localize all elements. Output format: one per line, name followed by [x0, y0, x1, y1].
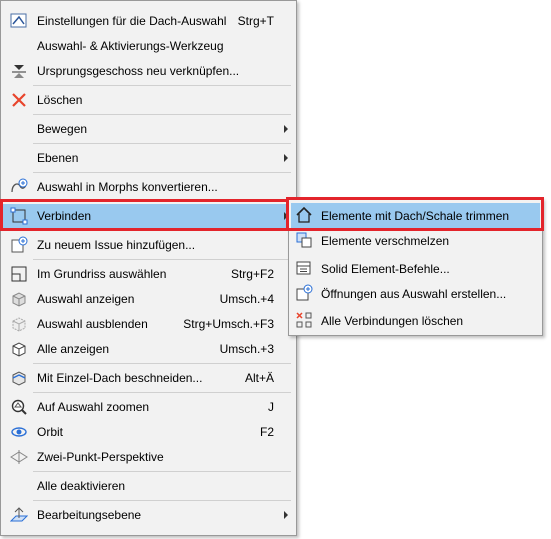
- menu-separator: [33, 85, 291, 86]
- floorplan-select-icon: [10, 265, 28, 283]
- menu-item-orbit[interactable]: Orbit F2: [3, 420, 294, 444]
- submenu-item-create-openings[interactable]: Öffnungen aus Auswahl erstellen...: [291, 281, 540, 306]
- create-openings-icon: [295, 284, 313, 302]
- menu-item-shortcut: F2: [259, 425, 274, 439]
- menu-item-editing-plane[interactable]: Bearbeitungsebene: [3, 503, 294, 527]
- menu-item-label: Orbit: [37, 425, 64, 439]
- menu-item-label: Ursprungsgeschoss neu verknüpfen...: [37, 64, 240, 78]
- delete-x-icon: [10, 91, 28, 109]
- menu-item-label: Auswahl ausblenden: [37, 317, 148, 331]
- menu-item-label: Auswahl- & Aktivierungs-Werkzeug: [37, 39, 224, 53]
- menu-separator: [33, 363, 291, 364]
- menu-item-add-issue[interactable]: Zu neuem Issue hinzufügen...: [3, 233, 294, 257]
- menu-item-shortcut: Umsch.+3: [219, 342, 274, 356]
- menu-item-label: Bewegen: [37, 122, 88, 136]
- submenu-item-label: Elemente verschmelzen: [321, 234, 450, 248]
- menu-separator: [33, 172, 291, 173]
- menu-item-label: Im Grundriss auswählen: [37, 267, 167, 281]
- menu-item-shortcut: Strg+F2: [230, 267, 274, 281]
- menu-item-label: Auswahl in Morphs konvertieren...: [37, 180, 218, 194]
- menu-item-show-selection[interactable]: Auswahl anzeigen Umsch.+4: [3, 287, 294, 311]
- menu-item-label: Einstellungen für die Dach-Auswahl: [37, 14, 227, 28]
- menu-item-two-point-perspective[interactable]: Zwei-Punkt-Perspektive: [3, 445, 294, 469]
- submenu-arrow-icon: [284, 125, 288, 133]
- submenu-item-label: Alle Verbindungen löschen: [321, 314, 464, 328]
- merge-elements-icon: [295, 231, 313, 249]
- menu-item-label: Auswahl anzeigen: [37, 292, 135, 306]
- hide-selection-icon: [10, 315, 28, 333]
- submenu-arrow-icon: [284, 154, 288, 162]
- menu-item-zoom-selection[interactable]: Auf Auswahl zoomen J: [3, 395, 294, 419]
- menu-item-label: Alle anzeigen: [37, 342, 110, 356]
- submenu-item-delete-connections[interactable]: Alle Verbindungen löschen: [291, 308, 540, 333]
- menu-item-label: Zwei-Punkt-Perspektive: [37, 450, 164, 464]
- roof-settings-icon: [10, 12, 28, 30]
- submenu-item-merge-elements[interactable]: Elemente verschmelzen: [291, 228, 540, 253]
- menu-item-shortcut: J: [268, 400, 274, 414]
- two-point-perspective-icon: [10, 448, 28, 466]
- menu-item-shortcut: Umsch.+4: [219, 292, 274, 306]
- menu-item-roof-settings[interactable]: Einstellungen für die Dach-Auswahl Strg+…: [3, 9, 294, 33]
- editing-plane-icon: [10, 506, 28, 524]
- orbit-icon: [10, 423, 28, 441]
- menu-item-shortcut: Alt+Ä: [244, 371, 274, 385]
- menu-item-show-all[interactable]: Alle anzeigen Umsch.+3: [3, 337, 294, 361]
- show-selection-icon: [10, 290, 28, 308]
- menu-item-label: Löschen: [37, 93, 83, 107]
- trim-roof-icon: [10, 369, 28, 387]
- menu-item-shortcut: Strg+T: [237, 14, 274, 28]
- menu-item-hide-selection[interactable]: Auswahl ausblenden Strg+Umsch.+F3: [3, 312, 294, 336]
- menu-item-label: Zu neuem Issue hinzufügen...: [37, 238, 196, 252]
- menu-item-deactivate-all[interactable]: Alle deaktivieren: [3, 474, 294, 498]
- menu-item-relink-story[interactable]: Ursprungsgeschoss neu verknüpfen...: [3, 59, 294, 83]
- menu-separator: [33, 259, 291, 260]
- menu-item-layers[interactable]: Ebenen: [3, 146, 294, 170]
- story-link-icon: [10, 62, 28, 80]
- menu-item-convert-morph[interactable]: Auswahl in Morphs konvertieren...: [3, 175, 294, 199]
- menu-item-label: Ebenen: [37, 151, 79, 165]
- show-all-icon: [10, 340, 28, 358]
- menu-item-move[interactable]: Bewegen: [3, 117, 294, 141]
- menu-item-delete[interactable]: Löschen: [3, 88, 294, 112]
- issue-add-icon: [10, 236, 28, 254]
- menu-item-trim-single-roof[interactable]: Mit Einzel-Dach beschneiden... Alt+Ä: [3, 366, 294, 390]
- menu-item-select-in-floorplan[interactable]: Im Grundriss auswählen Strg+F2: [3, 262, 294, 286]
- menu-item-label: Mit Einzel-Dach beschneiden...: [37, 371, 203, 385]
- submenu-arrow-icon: [284, 511, 288, 519]
- menu-item-selection-tool[interactable]: Auswahl- & Aktivierungs-Werkzeug: [3, 34, 294, 58]
- morph-convert-icon: [10, 178, 28, 196]
- menu-separator: [33, 114, 291, 115]
- submenu-item-solid-element[interactable]: Solid Element-Befehle...: [291, 256, 540, 281]
- callout-frame-trim: [286, 197, 544, 231]
- menu-separator: [33, 143, 291, 144]
- menu-item-shortcut: Strg+Umsch.+F3: [183, 317, 274, 331]
- zoom-selection-icon: [10, 398, 28, 416]
- menu-item-label: Bearbeitungsebene: [37, 508, 142, 522]
- menu-item-label: Alle deaktivieren: [37, 479, 126, 493]
- delete-connections-icon: [295, 311, 313, 329]
- context-menu: Einstellungen für die Dach-Auswahl Strg+…: [0, 0, 297, 536]
- menu-separator: [33, 500, 291, 501]
- menu-separator: [33, 471, 291, 472]
- callout-frame-connect: [0, 199, 289, 231]
- menu-separator: [33, 392, 291, 393]
- submenu-item-label: Solid Element-Befehle...: [321, 262, 450, 276]
- submenu-item-label: Öffnungen aus Auswahl erstellen...: [321, 287, 507, 301]
- solid-element-icon: [295, 259, 313, 277]
- menu-item-label: Auf Auswahl zoomen: [37, 400, 150, 414]
